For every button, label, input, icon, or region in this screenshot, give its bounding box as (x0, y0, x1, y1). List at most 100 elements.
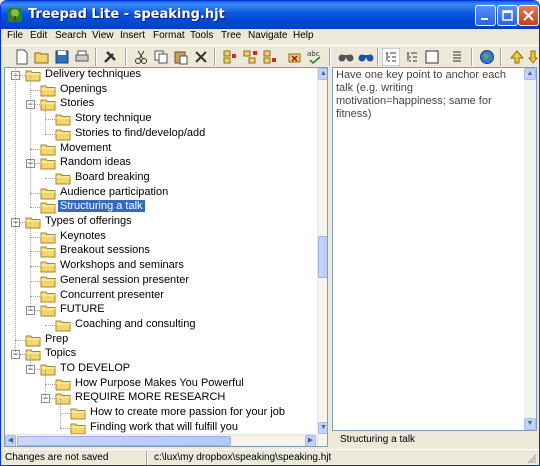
down-arrow-icon[interactable] (528, 48, 538, 66)
tree-node[interactable]: Keynotes (5, 230, 315, 245)
delete-icon[interactable] (192, 48, 210, 66)
tree-node[interactable]: Story technique (5, 112, 315, 127)
tree-vertical-scrollbar[interactable]: ▲ ▼ (317, 68, 327, 446)
add-child-icon[interactable] (241, 48, 259, 66)
tree-node[interactable]: − REQUIRE MORE RESEARCH (5, 391, 315, 406)
tree-node-label[interactable]: Coaching and consulting (73, 318, 197, 330)
tree-node-label[interactable]: FUTURE (58, 303, 107, 315)
tree-node[interactable]: Stories to find/develop/add (5, 127, 315, 142)
blank-page-icon[interactable] (423, 48, 441, 66)
tree-node[interactable]: − Random ideas (5, 156, 315, 171)
tree-node[interactable]: − Types of offerings (5, 215, 315, 230)
tree-node[interactable]: − Delivery techniques (5, 68, 315, 83)
tree-node[interactable]: Concurrent presenter (5, 289, 315, 304)
globe-icon[interactable] (478, 48, 496, 66)
tree-node[interactable]: How Purpose Makes You Powerful (5, 377, 315, 392)
tree-collapsed-icon[interactable] (403, 48, 421, 66)
tree-node-label[interactable]: Board breaking (73, 171, 152, 183)
menu-search[interactable]: Search (55, 30, 87, 41)
tree-node-label[interactable]: How to create more passion for your job (88, 406, 287, 418)
tree-node-label[interactable]: Stories (58, 97, 96, 109)
list-icon[interactable] (448, 48, 466, 66)
tree-node-label[interactable]: How Purpose Makes You Powerful (73, 377, 246, 389)
tree-node[interactable]: − Topics (5, 347, 315, 362)
minimize-button[interactable] (475, 5, 496, 26)
cut-icon[interactable] (132, 48, 150, 66)
up-arrow-icon[interactable] (508, 48, 526, 66)
menu-file[interactable]: File (7, 30, 23, 41)
tree-node-label[interactable]: Finding work that will fulfill you (88, 421, 240, 433)
print-icon[interactable] (73, 48, 91, 66)
tree-node[interactable]: Structuring a talk (5, 199, 315, 215)
maximize-button[interactable] (497, 5, 518, 26)
tree-node-label[interactable]: Topics (43, 347, 78, 359)
tree-node-label[interactable]: TO DEVELOP (58, 362, 132, 374)
find-next-icon[interactable] (357, 48, 375, 66)
tree-node-label[interactable]: Types of offerings (43, 215, 134, 227)
menu-help[interactable]: Help (293, 30, 314, 41)
tree-node-label[interactable]: Keynotes (58, 230, 108, 242)
tree-node[interactable]: − Stories (5, 97, 315, 112)
find-icon[interactable] (337, 48, 355, 66)
spellcheck-icon[interactable]: abc (306, 48, 324, 66)
selected-node-label[interactable]: Structuring a talk (57, 199, 146, 214)
tree-node[interactable]: − FUTURE (5, 303, 315, 318)
save-icon[interactable] (53, 48, 71, 66)
insert-node-icon[interactable] (261, 48, 279, 66)
menu-view[interactable]: View (92, 30, 114, 41)
note-editor[interactable]: Have one key point to anchor each talk (… (332, 67, 537, 431)
tree-pane[interactable]: − Delivery techniques Openings − Stories Stor… (4, 67, 328, 447)
menu-edit[interactable]: Edit (30, 30, 47, 41)
tree-node[interactable]: Openings (5, 83, 315, 98)
tools-icon[interactable] (101, 48, 119, 66)
scroll-up-arrow-icon[interactable]: ▲ (318, 68, 327, 80)
note-scroll-down-arrow-icon[interactable]: ▼ (524, 418, 536, 430)
tree-node-label[interactable]: Openings (58, 83, 109, 95)
tree-node[interactable]: Prep (5, 333, 315, 348)
close-button[interactable] (518, 5, 539, 26)
tree-node-label[interactable]: Delivery techniques (43, 68, 143, 80)
delete-node-icon[interactable] (286, 48, 304, 66)
tree-node[interactable]: How to create more passion for your job (5, 406, 315, 421)
tree-node-label[interactable]: REQUIRE MORE RESEARCH (73, 391, 227, 403)
tree-node-label[interactable]: Concurrent presenter (58, 289, 166, 301)
resize-grip-icon[interactable] (527, 454, 537, 464)
note-scroll-up-arrow-icon[interactable]: ▲ (524, 68, 536, 80)
menu-insert[interactable]: Insert (120, 30, 145, 41)
tree-node-label[interactable]: Story technique (73, 112, 153, 124)
tree-vscroll-thumb[interactable] (318, 236, 327, 278)
open-folder-icon[interactable] (33, 48, 51, 66)
menu-tree[interactable]: Tree (221, 30, 241, 41)
tree-node[interactable]: Coaching and consulting (5, 318, 315, 333)
add-node-icon[interactable] (221, 48, 239, 66)
menu-format[interactable]: Format (153, 30, 185, 41)
tree-node[interactable]: Audience participation (5, 186, 315, 201)
tree-node-label[interactable]: Prep (43, 333, 70, 345)
tree-node-label[interactable]: Movement (58, 142, 113, 154)
scroll-down-arrow-icon[interactable]: ▼ (318, 422, 327, 434)
copy-icon[interactable] (152, 48, 170, 66)
menu-navigate[interactable]: Navigate (248, 30, 287, 41)
tree-node-label[interactable]: Breakout sessions (58, 244, 152, 256)
tree-node-label[interactable]: Audience participation (58, 186, 170, 198)
tree-node[interactable]: General session presenter (5, 274, 315, 289)
tree-hscroll-thumb[interactable] (17, 436, 231, 446)
title-bar[interactable]: Treepad Lite - speaking.hjt (1, 1, 539, 29)
tree-node-label[interactable]: Workshops and seminars (58, 259, 186, 271)
note-vertical-scrollbar[interactable]: ▲ ▼ (524, 68, 536, 430)
scroll-left-arrow-icon[interactable]: ◀ (5, 435, 16, 446)
tree-node-label[interactable]: Stories to find/develop/add (73, 127, 207, 139)
tree-node[interactable]: Workshops and seminars (5, 259, 315, 274)
tree-node-label[interactable]: Random ideas (58, 156, 133, 168)
paste-icon[interactable] (172, 48, 190, 66)
new-file-icon[interactable] (13, 48, 31, 66)
tree-horizontal-scrollbar[interactable]: ◀ ▶ (5, 434, 317, 446)
tree-node[interactable]: Breakout sessions (5, 244, 315, 259)
tree-view-icon[interactable] (382, 48, 400, 66)
menu-tools[interactable]: Tools (190, 30, 213, 41)
note-text[interactable]: Have one key point to anchor each talk (… (336, 69, 522, 121)
tree-node[interactable]: Movement (5, 142, 315, 157)
tree-node[interactable]: Board breaking (5, 171, 315, 186)
tree-node-label[interactable]: General session presenter (58, 274, 191, 286)
tree-node[interactable]: − TO DEVELOP (5, 362, 315, 377)
